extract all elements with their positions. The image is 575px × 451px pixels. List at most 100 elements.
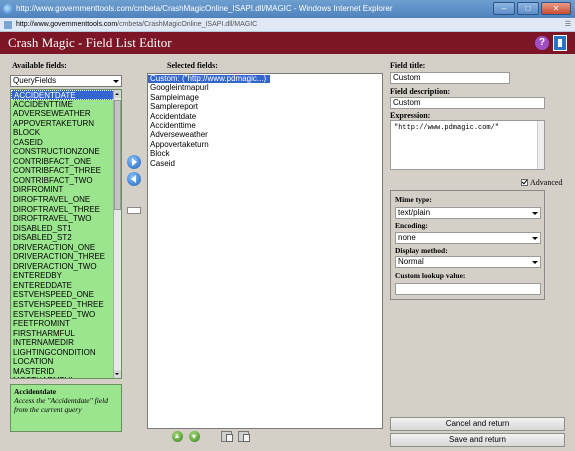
cancel-button[interactable]: Cancel and return — [390, 417, 565, 431]
encoding-select[interactable]: none — [395, 232, 541, 244]
selected-field-item[interactable]: Custom: ("http://www.pdmagic...) — [148, 74, 271, 84]
selected-field-item[interactable]: Caseid — [148, 159, 175, 168]
selected-field-row[interactable]: Caseid — [148, 159, 382, 168]
available-field-item[interactable]: ENTEREDBY — [11, 271, 115, 281]
selected-field-item[interactable]: Accidenttime — [148, 121, 196, 130]
address-path: /cmbeta/CrashMagicOnline_ISAPI.dll/MAGIC — [117, 21, 258, 28]
paste-icon[interactable] — [238, 431, 250, 442]
selected-field-row[interactable]: Custom: ("http://www.pdmagic...) — [148, 74, 382, 84]
selected-field-row[interactable]: Accidenttime — [148, 121, 382, 130]
available-field-item[interactable]: FIRSTHARMFUL — [11, 329, 115, 339]
available-field-item[interactable]: ESTVEHSPEED_TWO — [11, 310, 115, 320]
selected-field-row[interactable]: Accidentdate — [148, 112, 382, 121]
address-bar[interactable]: http://www.governmenttools.com/cmbeta/Cr… — [0, 18, 575, 32]
selected-field-item[interactable]: Block — [148, 149, 170, 158]
arrow-down-icon[interactable] — [189, 431, 200, 442]
available-fields-scrollbar[interactable] — [113, 90, 121, 378]
available-field-item[interactable]: CONTRIBFACT_TWO — [11, 176, 115, 186]
chevron-down-icon[interactable] — [532, 261, 538, 264]
available-field-item[interactable]: DRIVERACTION_ONE — [11, 243, 115, 253]
selected-field-row[interactable]: Sampleimage — [148, 93, 382, 102]
remove-field-button[interactable] — [127, 207, 141, 214]
selected-fields-items: Custom: ("http://www.pdmagic...) Googlein… — [148, 74, 382, 168]
available-field-item[interactable]: DIROFTRAVEL_ONE — [11, 195, 115, 205]
available-field-item[interactable]: ADVERSEWEATHER — [11, 109, 115, 119]
available-fields-items: ACCIDENTDATE ACCIDENTTIME ADVERSEWEATHER AP… — [11, 90, 115, 378]
selected-field-row[interactable]: Samplereport — [148, 102, 382, 111]
page-title: Crash Magic - Field List Editor — [8, 35, 172, 50]
menu-icon[interactable]: ☰ — [565, 18, 571, 31]
display-method-value: Normal — [398, 257, 424, 266]
selected-field-row[interactable]: Adverseweather — [148, 130, 382, 139]
available-field-item[interactable]: DRIVERACTION_TWO — [11, 262, 115, 272]
arrow-up-icon[interactable] — [172, 431, 183, 442]
available-field-item[interactable]: FEETFROMINT — [11, 319, 115, 329]
available-field-item[interactable]: DIROFTRAVEL_THREE — [11, 205, 115, 215]
exit-icon[interactable] — [553, 35, 567, 51]
available-field-item[interactable]: ACCIDENTDATE — [11, 90, 115, 100]
selected-field-row[interactable]: Block — [148, 149, 382, 158]
selected-field-item[interactable]: Samplereport — [148, 102, 198, 111]
mime-type-select[interactable]: text/plain — [395, 207, 541, 219]
available-field-item[interactable]: LIGHTINGCONDITION — [11, 348, 115, 358]
available-field-item[interactable]: ENTEREDDATE — [11, 281, 115, 291]
available-field-item[interactable]: CONSTRUCTIONZONE — [11, 147, 115, 157]
field-group-value: QueryFields — [13, 76, 57, 85]
mime-type-value: text/plain — [398, 208, 431, 217]
available-field-item[interactable]: CONTRIBFACT_ONE — [11, 157, 115, 167]
available-field-item[interactable]: DISABLED_ST2 — [11, 233, 115, 243]
display-method-select[interactable]: Normal — [395, 256, 541, 268]
chevron-down-icon[interactable] — [532, 212, 538, 215]
expression-label: Expression: — [390, 111, 431, 120]
chevron-down-icon[interactable] — [113, 80, 119, 83]
field-title-input[interactable]: Custom — [390, 72, 510, 84]
close-button[interactable]: ✕ — [541, 2, 571, 15]
help-icon[interactable]: ? — [535, 36, 549, 50]
available-field-item[interactable]: CONTRIBFACT_THREE — [11, 166, 115, 176]
advanced-checkbox[interactable] — [521, 179, 528, 186]
available-fields-list[interactable]: ACCIDENTDATE ACCIDENTTIME ADVERSEWEATHER AP… — [10, 89, 122, 379]
available-field-item[interactable]: APPOVERTAKETURN — [11, 119, 115, 129]
available-field-item[interactable]: ESTVEHSPEED_THREE — [11, 300, 115, 310]
advanced-toggle[interactable]: Advanced — [521, 178, 562, 187]
available-field-item[interactable]: DIROFTRAVEL_TWO — [11, 214, 115, 224]
expression-textarea[interactable]: "http://www.pdmagic.com/" — [390, 120, 545, 170]
encoding-value: none — [398, 233, 416, 242]
selected-field-item[interactable]: Adverseweather — [148, 130, 208, 139]
selected-fields-list[interactable]: Custom: ("http://www.pdmagic...) Googlein… — [147, 73, 383, 429]
field-description-label: Field description: — [390, 87, 451, 96]
available-field-item[interactable]: MOSTHARMFUL — [11, 376, 115, 378]
arrow-right-icon[interactable] — [127, 155, 141, 169]
ie-logo-icon — [3, 4, 13, 14]
expression-scrollbar[interactable] — [537, 121, 544, 169]
arrow-left-icon[interactable] — [127, 172, 141, 186]
browser-title: http://www.governmenttools.com/cmbeta/Cr… — [16, 4, 393, 13]
available-field-item[interactable]: INTERNAMEDIR — [11, 338, 115, 348]
scroll-up-icon[interactable] — [114, 90, 121, 98]
field-description-input[interactable]: Custom — [390, 97, 545, 109]
maximize-button[interactable]: □ — [517, 2, 539, 15]
available-field-item[interactable]: ESTVEHSPEED_ONE — [11, 290, 115, 300]
selected-field-item[interactable]: Accidentdate — [148, 112, 196, 121]
save-button[interactable]: Save and return — [390, 433, 565, 447]
selected-field-item[interactable]: Googleintmapurl — [148, 83, 209, 92]
available-field-item[interactable]: BLOCK — [11, 128, 115, 138]
available-field-item[interactable]: DIRFROMINT — [11, 185, 115, 195]
available-field-item[interactable]: CASEID — [11, 138, 115, 148]
selected-field-row[interactable]: Appovertaketurn — [148, 140, 382, 149]
available-field-item[interactable]: DISABLED_ST1 — [11, 224, 115, 234]
selected-field-item[interactable]: Appovertaketurn — [148, 140, 209, 149]
chevron-down-icon[interactable] — [532, 237, 538, 240]
copy-icon[interactable] — [221, 431, 233, 442]
scroll-down-icon[interactable] — [114, 370, 121, 378]
minimize-button[interactable]: – — [493, 2, 515, 15]
available-field-item[interactable]: ACCIDENTTIME — [11, 100, 115, 110]
custom-lookup-input[interactable] — [395, 283, 541, 295]
available-field-item[interactable]: MASTERID — [11, 367, 115, 377]
available-field-item[interactable]: LOCATION — [11, 357, 115, 367]
selected-field-row[interactable]: Googleintmapurl — [148, 83, 382, 92]
selected-field-item[interactable]: Sampleimage — [148, 93, 199, 102]
scroll-thumb[interactable] — [114, 100, 121, 210]
field-group-select[interactable]: QueryFields — [10, 75, 122, 87]
available-field-item[interactable]: DRIVERACTION_THREE — [11, 252, 115, 262]
